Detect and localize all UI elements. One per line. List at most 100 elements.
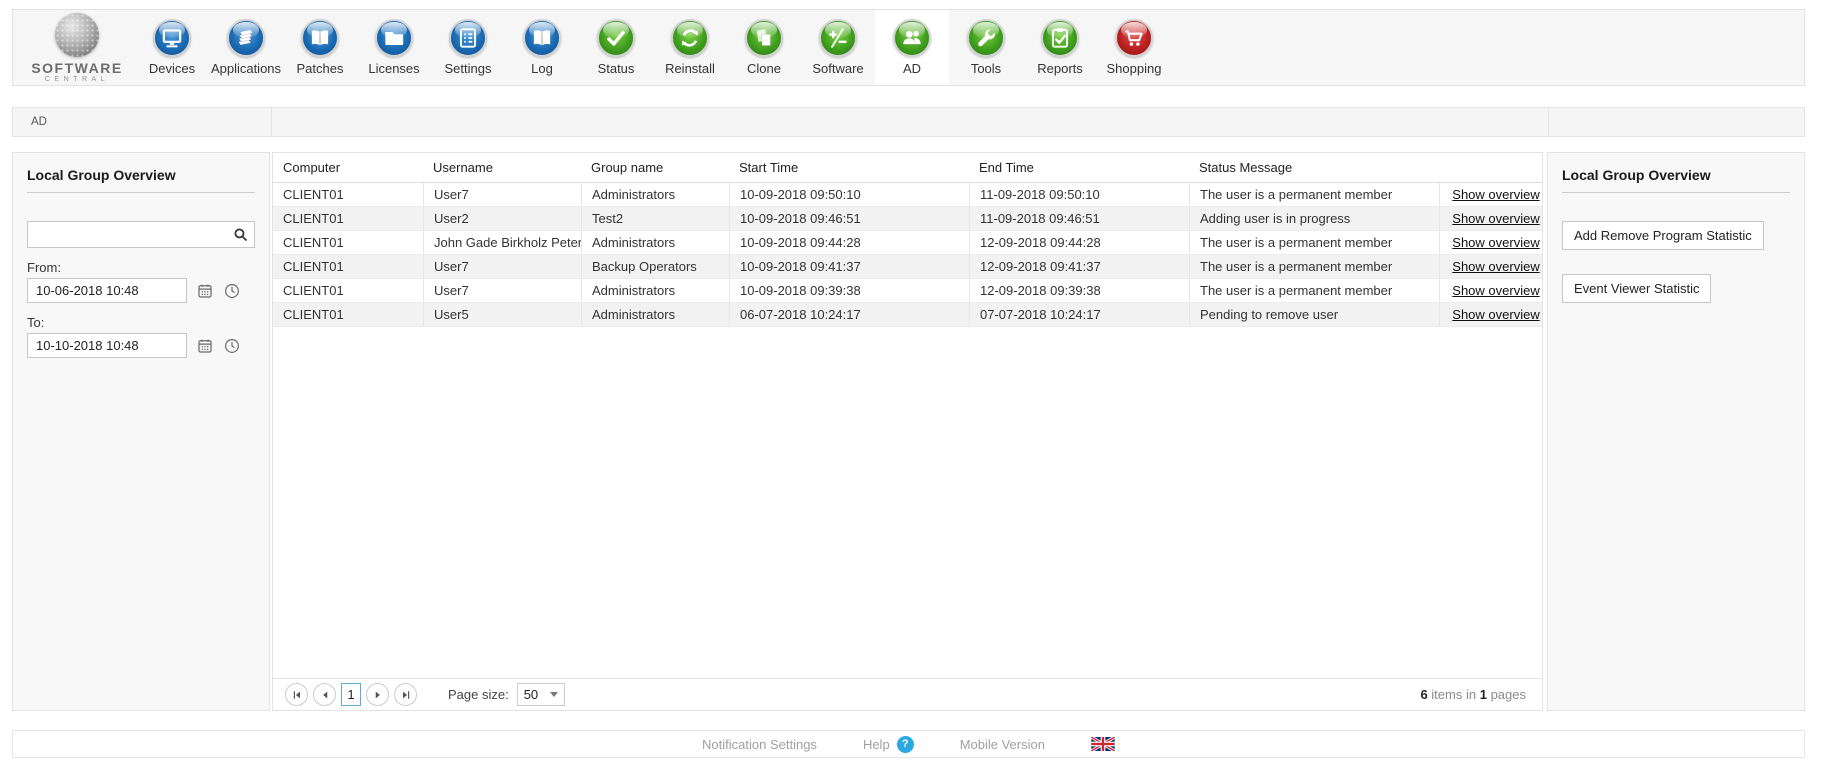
cart-icon (1115, 19, 1153, 57)
main-toolbar: SOFTWARE CENTRAL Devices Applications Pa… (12, 9, 1805, 86)
toolbar-item-tools[interactable]: Tools (949, 10, 1023, 85)
to-date-input[interactable] (27, 333, 187, 358)
search-input[interactable] (27, 221, 255, 248)
show-overview-link[interactable]: Show overview (1452, 211, 1539, 226)
cell-end-time: 12-09-2018 09:44:28 (969, 231, 1189, 254)
items-text: items in (1431, 687, 1477, 702)
toolbar-item-shopping[interactable]: Shopping (1097, 10, 1171, 85)
table-row[interactable]: CLIENT01 User5 Administrators 06-07-2018… (273, 303, 1542, 327)
show-overview-link[interactable]: Show overview (1452, 307, 1539, 322)
toolbar-item-label: Patches (296, 61, 344, 76)
cell-end-time: 11-09-2018 09:50:10 (969, 183, 1189, 206)
table-row[interactable]: CLIENT01 User2 Test2 10-09-2018 09:46:51… (273, 207, 1542, 231)
toolbar-item-licenses[interactable]: Licenses (357, 10, 431, 85)
add-remove-program-statistic-button[interactable]: Add Remove Program Statistic (1562, 221, 1764, 250)
column-header-status-message[interactable]: Status Message (1189, 160, 1439, 175)
toolbar-item-label: Software (812, 61, 864, 76)
plus-minus-icon (819, 19, 857, 57)
toolbar-item-reports[interactable]: Reports (1023, 10, 1097, 85)
table-row[interactable]: CLIENT01 User7 Backup Operators 10-09-20… (273, 255, 1542, 279)
toolbar-item-label: Clone (747, 61, 781, 76)
cell-username: User2 (423, 207, 581, 230)
toolbar-item-label: Log (531, 61, 553, 76)
cell-end-time: 12-09-2018 09:41:37 (969, 255, 1189, 278)
event-viewer-statistic-button[interactable]: Event Viewer Statistic (1562, 274, 1712, 303)
last-page-button[interactable] (394, 683, 417, 706)
table-row[interactable]: CLIENT01 User7 Administrators 10-09-2018… (273, 279, 1542, 303)
toolbar-item-reinstall[interactable]: Reinstall (653, 10, 727, 85)
column-header-start-time[interactable]: Start Time (729, 160, 969, 175)
toolbar-item-devices[interactable]: Devices (135, 10, 209, 85)
page-size-value: 50 (523, 687, 539, 702)
breadcrumb-divider (1548, 108, 1549, 136)
toolbar-item-applications[interactable]: Applications (209, 10, 283, 85)
clock-icon[interactable] (223, 337, 241, 355)
toolbar-item-settings[interactable]: Settings (431, 10, 505, 85)
pagination-bar: 1 Page size: 50 6 items in 1 pages (273, 678, 1542, 710)
uk-flag-icon[interactable] (1090, 737, 1115, 751)
column-header-username[interactable]: Username (423, 160, 581, 175)
refresh-icon (671, 19, 709, 57)
breadcrumb-label: AD (31, 116, 47, 128)
show-overview-link[interactable]: Show overview (1452, 259, 1539, 274)
table-row[interactable]: CLIENT01 User7 Administrators 10-09-2018… (273, 183, 1542, 207)
clock-icon[interactable] (223, 282, 241, 300)
table-row[interactable]: CLIENT01 John Gade Birkholz Petersen Adm… (273, 231, 1542, 255)
calendar-icon[interactable] (196, 282, 214, 300)
toolbar-item-ad[interactable]: AD (875, 10, 949, 85)
toolbar-item-status[interactable]: Status (579, 10, 653, 85)
column-header-end-time[interactable]: End Time (969, 160, 1189, 175)
filter-panel: Local Group Overview From: To: (12, 152, 270, 711)
checkmark-icon (597, 19, 635, 57)
footer-bar: Notification Settings Help ? Mobile Vers… (12, 730, 1805, 758)
cell-end-time: 12-09-2018 09:39:38 (969, 279, 1189, 302)
cell-username: User7 (423, 183, 581, 206)
toolbar-item-label: Status (597, 61, 635, 76)
table-empty-area (273, 327, 1542, 678)
notification-settings-link[interactable]: Notification Settings (702, 737, 817, 752)
breadcrumb-divider (271, 108, 272, 136)
page-size-label: Page size: (448, 687, 509, 702)
open-book-icon (523, 19, 561, 57)
toolbar-item-log[interactable]: Log (505, 10, 579, 85)
folder-icon (375, 19, 413, 57)
cell-username: User7 (423, 279, 581, 302)
cell-status-message: The user is a permanent member (1189, 183, 1439, 206)
next-page-button[interactable] (366, 683, 389, 706)
help-link[interactable]: Help ? (863, 735, 914, 753)
show-overview-link[interactable]: Show overview (1452, 187, 1539, 202)
calendar-icon[interactable] (196, 337, 214, 355)
page-size-select[interactable]: 50 (516, 683, 565, 706)
toolbar-item-label: AD (902, 61, 922, 76)
softwarecentral-logo[interactable]: SOFTWARE CENTRAL (19, 10, 135, 85)
toolbar-item-clone[interactable]: Clone (727, 10, 801, 85)
from-date-input[interactable] (27, 278, 187, 303)
previous-page-button[interactable] (313, 683, 336, 706)
column-header-group-name[interactable]: Group name (581, 160, 729, 175)
cell-start-time: 10-09-2018 09:46:51 (729, 207, 969, 230)
column-header-computer[interactable]: Computer (273, 160, 423, 175)
toolbar-item-label: Licenses (368, 61, 420, 76)
cell-group-name: Administrators (581, 279, 729, 302)
toolbar-item-software[interactable]: Software (801, 10, 875, 85)
cell-group-name: Administrators (581, 231, 729, 254)
toolbar-item-patches[interactable]: Patches (283, 10, 357, 85)
mobile-version-link[interactable]: Mobile Version (960, 737, 1045, 752)
toolbar-item-label: Settings (444, 61, 492, 76)
notification-settings-label: Notification Settings (702, 736, 817, 752)
toolbar-item-label: Shopping (1106, 61, 1162, 76)
logo-text-bottom: CENTRAL (44, 75, 110, 83)
toolbar-item-label: Applications (210, 61, 282, 76)
cell-computer: CLIENT01 (283, 283, 344, 298)
cell-computer: CLIENT01 (283, 235, 344, 250)
local-group-overview-table: Computer Username Group name Start Time … (272, 152, 1543, 711)
show-overview-link[interactable]: Show overview (1452, 235, 1539, 250)
cell-username: User5 (423, 303, 581, 326)
search-icon[interactable] (232, 226, 249, 243)
current-page-indicator[interactable]: 1 (341, 683, 361, 706)
cell-group-name: Administrators (581, 183, 729, 206)
show-overview-link[interactable]: Show overview (1452, 283, 1539, 298)
cell-computer: CLIENT01 (283, 211, 344, 226)
first-page-button[interactable] (285, 683, 308, 706)
logo-text-top: SOFTWARE (31, 59, 123, 76)
